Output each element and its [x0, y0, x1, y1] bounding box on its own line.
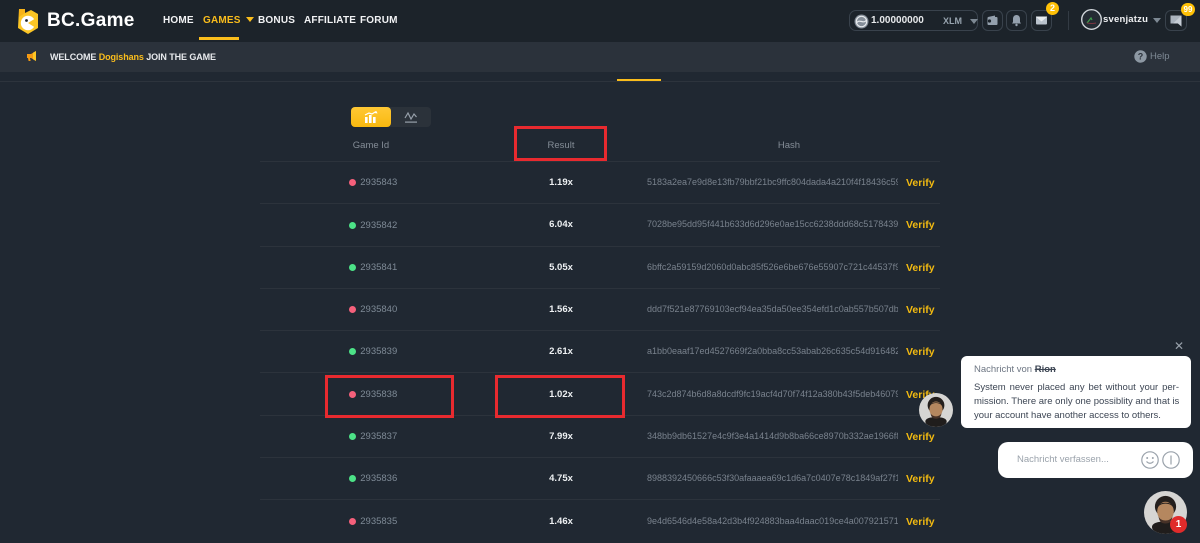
- svg-text:?: ?: [1138, 52, 1144, 62]
